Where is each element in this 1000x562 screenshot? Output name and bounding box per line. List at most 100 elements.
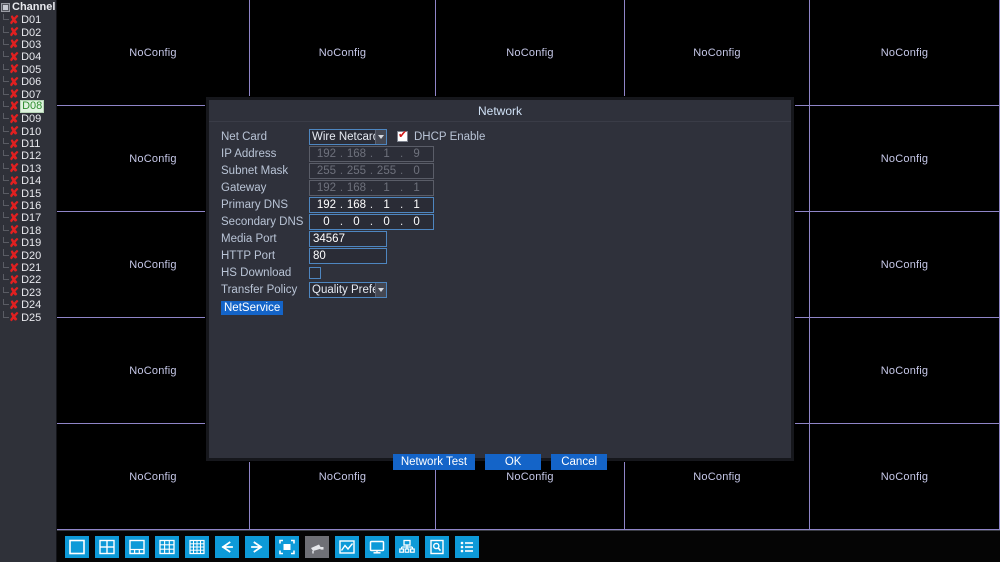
ip-octet[interactable]: 168 — [343, 148, 370, 160]
row-http-port: HTTP Port 80 — [209, 247, 791, 264]
hs-download-checkbox[interactable] — [309, 266, 321, 279]
red-x-icon: ✘ — [9, 173, 20, 188]
channel-item-label: D16 — [21, 200, 42, 213]
channel-item-label: D21 — [21, 262, 42, 274]
ip-separator: . — [339, 181, 344, 194]
channel-tree-header[interactable]: Channel — [0, 0, 56, 14]
tree-collapse-icon[interactable] — [1, 2, 10, 12]
net-card-value: Wire Netcard — [312, 130, 380, 143]
primary-dns-field[interactable]: 192. 168. 1. 1 — [309, 196, 434, 213]
dhcp-enable-checkbox[interactable] — [397, 129, 408, 142]
http-port-input[interactable]: 80 — [309, 247, 387, 264]
subnet-mask-field[interactable]: 255. 255. 255. 0 — [309, 162, 434, 179]
video-cell[interactable]: NoConfig — [436, 0, 625, 106]
ip-octet[interactable]: 192 — [313, 182, 340, 194]
gateway-label: Gateway — [221, 181, 267, 194]
network-test-button[interactable]: Network Test — [392, 454, 476, 470]
network-tree-icon[interactable] — [395, 535, 419, 558]
row-gateway: Gateway 192. 168. 1. 1 — [209, 179, 791, 196]
layout-6-icon[interactable] — [125, 535, 149, 558]
video-cell-status: NoConfig — [880, 470, 929, 483]
video-cell[interactable]: NoConfig — [250, 0, 436, 106]
ip-separator: . — [369, 198, 374, 211]
ip-octet[interactable]: 0 — [403, 165, 430, 177]
channel-list-panel: Channel ✘ D01 ✘ D02 ✘ D03 ✘ D04 ✘ D05 ✘ D06 ✘ D07 ✘ D08… — [0, 0, 57, 562]
video-cell[interactable]: NoConfig — [810, 106, 1000, 212]
video-cell[interactable]: NoConfig — [810, 424, 1000, 530]
channel-item-d25[interactable]: ✘ D25 — [3, 311, 56, 324]
arrow-right-icon[interactable] — [245, 535, 269, 558]
ip-octet[interactable]: 0 — [403, 216, 430, 228]
layout-1-icon[interactable] — [65, 535, 89, 558]
ip-separator: . — [369, 181, 374, 194]
channel-item-label: D20 — [21, 249, 42, 262]
video-cell-status: NoConfig — [129, 46, 177, 59]
ip-separator: . — [339, 198, 344, 211]
ip-octet[interactable]: 9 — [403, 148, 430, 160]
channel-item-label: D06 — [21, 76, 42, 89]
ip-separator: . — [399, 198, 404, 211]
red-x-icon: ✘ — [9, 37, 20, 52]
ip-octet[interactable]: 1 — [373, 148, 400, 160]
video-cell[interactable]: NoConfig — [810, 0, 1000, 106]
red-x-icon: ✘ — [9, 49, 20, 64]
ip-octet[interactable]: 255 — [373, 165, 400, 177]
net-service-button[interactable]: NetService — [221, 301, 284, 315]
video-cell-status: NoConfig — [129, 152, 177, 165]
ip-octet[interactable]: 1 — [403, 199, 430, 211]
media-port-label: Media Port — [221, 232, 277, 245]
ip-separator: . — [369, 147, 374, 160]
video-cell[interactable]: NoConfig — [810, 212, 1000, 318]
row-transfer-policy: Transfer Policy Quality Prefe — [209, 281, 791, 298]
ip-octet[interactable]: 0 — [373, 216, 400, 228]
video-cell-status: NoConfig — [129, 470, 177, 483]
channel-item-d20[interactable]: ✘ D20 — [3, 249, 56, 262]
row-primary-dns: Primary DNS 192. 168. 1. 1 — [209, 196, 791, 213]
ok-button[interactable]: OK — [485, 454, 542, 470]
main-menu-icon[interactable] — [455, 535, 479, 558]
ip-octet[interactable]: 1 — [373, 199, 400, 211]
color-adjust-icon[interactable] — [335, 535, 359, 558]
record-search-icon[interactable] — [425, 535, 449, 558]
bottom-toolbar — [57, 530, 1000, 562]
gateway-field[interactable]: 192. 168. 1. 1 — [309, 179, 434, 196]
red-x-icon: ✘ — [9, 111, 20, 126]
red-x-icon: ✘ — [9, 297, 20, 312]
ip-octet[interactable]: 168 — [343, 182, 370, 194]
ip-octet[interactable]: 0 — [343, 216, 370, 228]
fullscreen-icon[interactable] — [275, 535, 299, 558]
red-x-icon: ✘ — [9, 198, 20, 213]
video-cell[interactable]: NoConfig — [810, 318, 1000, 424]
ip-octet[interactable]: 0 — [313, 216, 340, 228]
subnet-mask-label: Subnet Mask — [221, 164, 289, 177]
video-cell[interactable]: NoConfig — [57, 0, 250, 106]
network-dialog: Network Net Card Wire Netcard DHCP Enabl… — [206, 97, 794, 470]
ip-octet[interactable]: 255 — [313, 165, 340, 177]
ip-octet[interactable]: 1 — [403, 182, 430, 194]
monitor-output-icon[interactable] — [365, 535, 389, 558]
hs-download-label: HS Download — [221, 266, 292, 279]
layout-4-icon[interactable] — [95, 535, 119, 558]
ip-octet[interactable]: 1 — [373, 182, 400, 194]
ip-address-field[interactable]: 192. 168. 1. 9 — [309, 145, 434, 162]
video-cell[interactable]: NoConfig — [625, 0, 810, 106]
ip-octet[interactable]: 168 — [343, 199, 370, 211]
arrow-left-icon[interactable] — [215, 535, 239, 558]
transfer-policy-select[interactable]: Quality Prefe — [309, 281, 387, 298]
chevron-down-icon[interactable] — [375, 129, 386, 144]
video-cell-status: NoConfig — [506, 46, 554, 59]
layout-16-icon[interactable] — [185, 535, 209, 558]
layout-9-icon[interactable] — [155, 535, 179, 558]
channel-item-d15[interactable]: ✘ D15 — [3, 187, 56, 200]
ip-octet[interactable]: 255 — [343, 165, 370, 177]
ip-separator: . — [339, 215, 344, 228]
media-port-input[interactable]: 34567 — [309, 230, 387, 247]
net-card-select[interactable]: Wire Netcard — [309, 128, 387, 145]
channel-item-label: D10 — [21, 125, 42, 138]
ip-octet[interactable]: 192 — [313, 148, 340, 160]
secondary-dns-field[interactable]: 0.0.0.0 — [309, 213, 434, 230]
ip-octet[interactable]: 192 — [313, 199, 340, 211]
cancel-button[interactable]: Cancel — [551, 454, 608, 470]
chevron-down-icon[interactable] — [375, 282, 386, 297]
red-x-icon: ✘ — [9, 148, 20, 163]
